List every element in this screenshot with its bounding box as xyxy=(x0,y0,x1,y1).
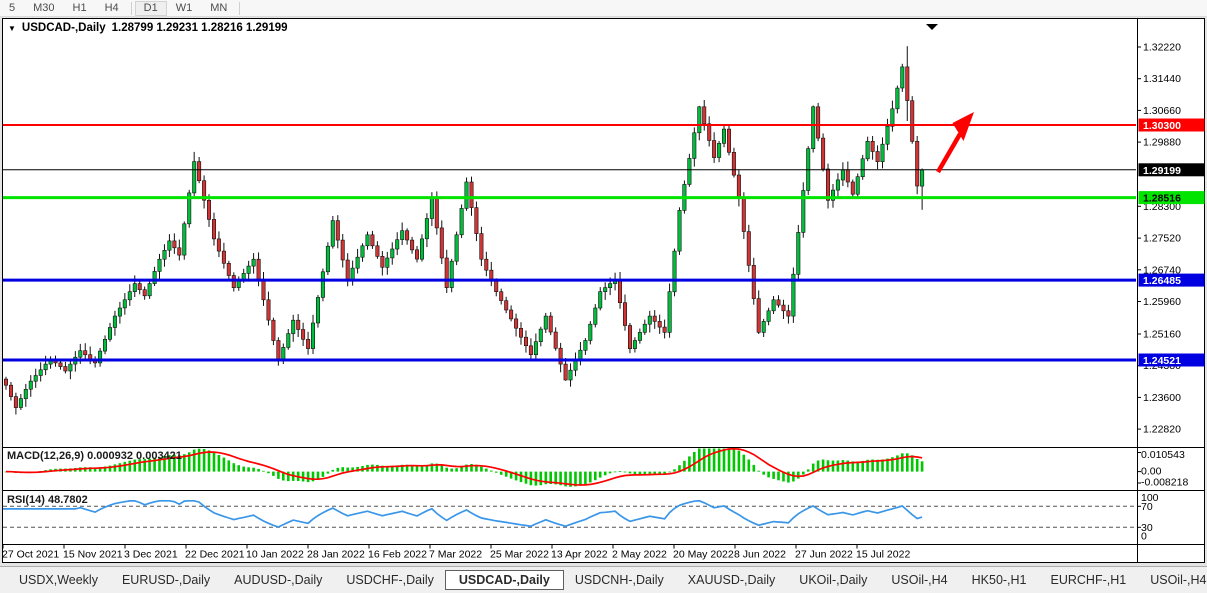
timeframe-button-m30[interactable]: M30 xyxy=(24,1,63,16)
chart-title-symbol: USDCAD-,Daily xyxy=(22,22,106,34)
price-tick-label: 1.25160 xyxy=(1143,329,1181,341)
date-label: 15 Nov 2021 xyxy=(63,549,123,561)
macd-indicator-name: MACD(12,26,9) xyxy=(7,450,84,462)
tab-usdx-weekly[interactable]: USDX,Weekly xyxy=(8,570,109,590)
price-line-badge-label: 1.28516 xyxy=(1143,193,1181,205)
price-line-badge-label: 1.26485 xyxy=(1143,275,1181,287)
timeframe-button-mn[interactable]: MN xyxy=(201,1,236,16)
rsi-indicator-value: 48.7802 xyxy=(48,494,88,506)
date-label: 10 Jan 2022 xyxy=(246,549,304,561)
price-line-badge-label: 1.24521 xyxy=(1143,355,1181,367)
chart-title: ▼ USDCAD-,Daily 1.28799 1.29231 1.28216 … xyxy=(8,22,288,34)
timeframe-button-w1[interactable]: W1 xyxy=(167,1,202,16)
rsi-panel-label: RSI(14) 48.7802 xyxy=(7,494,88,506)
chart-canvas[interactable]: 1.322201.314401.306601.298801.283001.275… xyxy=(0,17,1207,563)
date-label: 7 Mar 2022 xyxy=(429,549,482,561)
price-line-badge-label: 1.29199 xyxy=(1143,165,1181,177)
price-tick-label: 1.27520 xyxy=(1143,233,1181,245)
timeframe-button-h4[interactable]: H4 xyxy=(96,1,128,16)
date-label: 27 Jun 2022 xyxy=(795,549,853,561)
rsi-indicator-name: RSI(14) xyxy=(7,494,45,506)
tab-usdchf-daily[interactable]: USDCHF-,Daily xyxy=(335,570,445,590)
date-label: 25 Mar 2022 xyxy=(490,549,549,561)
timeframe-toolbar: 5 M30 H1 H4 D1 W1 MN xyxy=(0,0,1207,17)
price-tick-label: 1.25960 xyxy=(1143,296,1181,308)
tab-eurchf-h1[interactable]: EURCHF-,H1 xyxy=(1040,570,1138,590)
tab-xauusd-daily[interactable]: XAUUSD-,Daily xyxy=(677,570,787,590)
toolbar-divider xyxy=(239,2,240,15)
price-line-badge-label: 1.30300 xyxy=(1143,120,1181,132)
chart-title-ohlc: 1.28799 1.29231 1.28216 1.29199 xyxy=(112,22,288,34)
price-tick-label: 1.22820 xyxy=(1143,424,1181,436)
date-label: 28 Jan 2022 xyxy=(307,549,365,561)
date-label: 27 Oct 2021 xyxy=(2,549,59,561)
chart-window: 1.322201.314401.306601.298801.283001.275… xyxy=(0,17,1207,563)
tab-usoil-h4-2[interactable]: USOil-,H4 xyxy=(1139,570,1207,590)
price-tick-label: 1.23600 xyxy=(1143,392,1181,404)
date-label: 20 May 2022 xyxy=(673,549,734,561)
date-label: 2 May 2022 xyxy=(612,549,667,561)
tab-eurusd-daily[interactable]: EURUSD-,Daily xyxy=(111,570,221,590)
symbol-tab-bar: USDX,Weekly EURUSD-,Daily AUDUSD-,Daily … xyxy=(0,566,1207,593)
tab-usdcad-daily[interactable]: USDCAD-,Daily xyxy=(445,570,564,590)
tab-hk50-h1[interactable]: HK50-,H1 xyxy=(961,570,1038,590)
collapse-caret-icon[interactable]: ▼ xyxy=(8,24,16,33)
date-label: 3 Dec 2021 xyxy=(124,549,178,561)
macd-scale-label: 0.010543 xyxy=(1141,449,1185,461)
price-tick-label: 1.32220 xyxy=(1143,42,1181,54)
date-label: 13 Apr 2022 xyxy=(551,549,608,561)
rsi-scale-label: 0 xyxy=(1141,531,1147,543)
tab-ukoil-daily[interactable]: UKOil-,Daily xyxy=(788,570,878,590)
price-tick-label: 1.31440 xyxy=(1143,73,1181,85)
date-label: 15 Jul 2022 xyxy=(856,549,910,561)
tab-usoil-h4[interactable]: USOil-,H4 xyxy=(880,570,958,590)
tab-usdcnh-daily[interactable]: USDCNH-,Daily xyxy=(564,570,675,590)
date-label: 16 Feb 2022 xyxy=(368,549,427,561)
timeframe-button-d1[interactable]: D1 xyxy=(135,1,167,16)
timeframe-button-h1[interactable]: H1 xyxy=(64,1,96,16)
macd-scale-label: -0.008218 xyxy=(1141,477,1188,489)
date-label: 22 Dec 2021 xyxy=(185,549,245,561)
price-tick-label: 1.30660 xyxy=(1143,105,1181,117)
toolbar-divider xyxy=(131,2,132,15)
rsi-scale-label: 70 xyxy=(1141,501,1153,513)
price-tick-label: 1.29880 xyxy=(1143,137,1181,149)
timeframe-button-m5[interactable]: 5 xyxy=(0,1,24,16)
macd-indicator-values: 0.000932 0.003421 xyxy=(87,450,182,462)
macd-panel-label: MACD(12,26,9) 0.000932 0.003421 xyxy=(7,450,182,462)
date-label: 8 Jun 2022 xyxy=(734,549,786,561)
tab-audusd-daily[interactable]: AUDUSD-,Daily xyxy=(223,570,333,590)
